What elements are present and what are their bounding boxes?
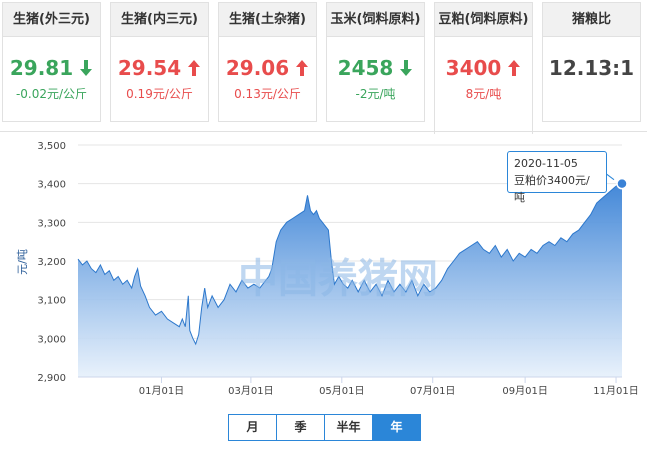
price-cards: 生猪(外三元) 29.81 -0.02元/公斤 生猪(内三元) 29.54 0.… (0, 0, 647, 134)
last-point-marker[interactable] (616, 177, 628, 190)
x-tick-label: 09月01日 (502, 385, 547, 397)
x-tick-label: 01月01日 (139, 385, 184, 397)
arrow-down-icon (80, 60, 93, 76)
y-tick-label: 3,200 (37, 257, 66, 268)
tooltip-value: 豆粕价3400元/吨 (514, 174, 590, 204)
card-title: 猪粮比 (543, 3, 640, 37)
x-tick-label: 05月01日 (319, 385, 364, 397)
x-tick-label: 11月01日 (593, 385, 638, 397)
card-price: 2458 (327, 56, 424, 80)
y-tick-label: 3,100 (37, 296, 66, 307)
tooltip-connector (605, 173, 615, 181)
y-tick-label: 3,000 (37, 334, 66, 345)
card-title: 生猪(土杂猪) (219, 3, 316, 37)
arrow-down-icon (400, 60, 413, 76)
card-change: 8元/吨 (465, 87, 502, 101)
range-half-year-button[interactable]: 半年 (325, 415, 373, 440)
range-year-button[interactable]: 年 (373, 415, 420, 440)
card-price: 29.54 (111, 56, 208, 80)
card-change: 0.19元/公斤 (126, 87, 193, 101)
card-change (543, 86, 640, 102)
range-quarter-button[interactable]: 季 (277, 415, 325, 440)
arrow-up-icon (188, 60, 201, 76)
card-title: 玉米(饲料原料) (327, 3, 424, 37)
arrow-up-icon (508, 60, 521, 76)
card-price: 29.06 (219, 56, 316, 80)
x-tick-label: 03月01日 (228, 385, 273, 397)
card-change: 0.13元/公斤 (234, 87, 301, 101)
range-month-button[interactable]: 月 (229, 415, 277, 440)
card-pig-local[interactable]: 生猪(土杂猪) 29.06 0.13元/公斤 (218, 2, 317, 122)
y-tick-label: 3,300 (37, 218, 66, 229)
x-tick-label: 07月01日 (410, 385, 455, 397)
range-selector: 月 季 半年 年 (228, 414, 421, 441)
arrow-up-icon (296, 60, 309, 76)
card-change: -0.02元/公斤 (15, 87, 88, 101)
y-axis-label: 元/吨 (16, 249, 29, 275)
chart-tooltip: 2020-11-05 豆粕价3400元/吨 (507, 151, 607, 204)
card-change: -2元/吨 (355, 87, 396, 101)
y-tick-label: 2,900 (37, 373, 66, 384)
watermark: 中国养猪网 (238, 256, 438, 302)
tooltip-date: 2020-11-05 (514, 157, 578, 170)
card-pig-outer[interactable]: 生猪(外三元) 29.81 -0.02元/公斤 (2, 2, 101, 122)
card-soymeal[interactable]: 豆粕(饲料原料) 3400 8元/吨 (434, 2, 533, 134)
card-title: 生猪(外三元) (3, 3, 100, 37)
card-price: 3400 (435, 56, 532, 80)
card-title: 生猪(内三元) (111, 3, 208, 37)
card-corn[interactable]: 玉米(饲料原料) 2458 -2元/吨 (326, 2, 425, 122)
card-price: 29.81 (3, 56, 100, 80)
card-pig-grain-ratio[interactable]: 猪粮比 12.13:1 (542, 2, 641, 122)
card-title: 豆粕(饲料原料) (435, 3, 532, 37)
y-tick-label: 3,400 (37, 180, 66, 191)
card-pig-inner[interactable]: 生猪(内三元) 29.54 0.19元/公斤 (110, 2, 209, 122)
y-axis: 2,900 3,000 3,100 3,200 3,300 3,400 3,500 (37, 141, 66, 384)
x-axis: 01月01日 03月01日 05月01日 07月01日 09月01日 11月01日 (78, 376, 639, 397)
y-tick-label: 3,500 (37, 141, 66, 152)
card-price: 12.13:1 (548, 56, 635, 80)
